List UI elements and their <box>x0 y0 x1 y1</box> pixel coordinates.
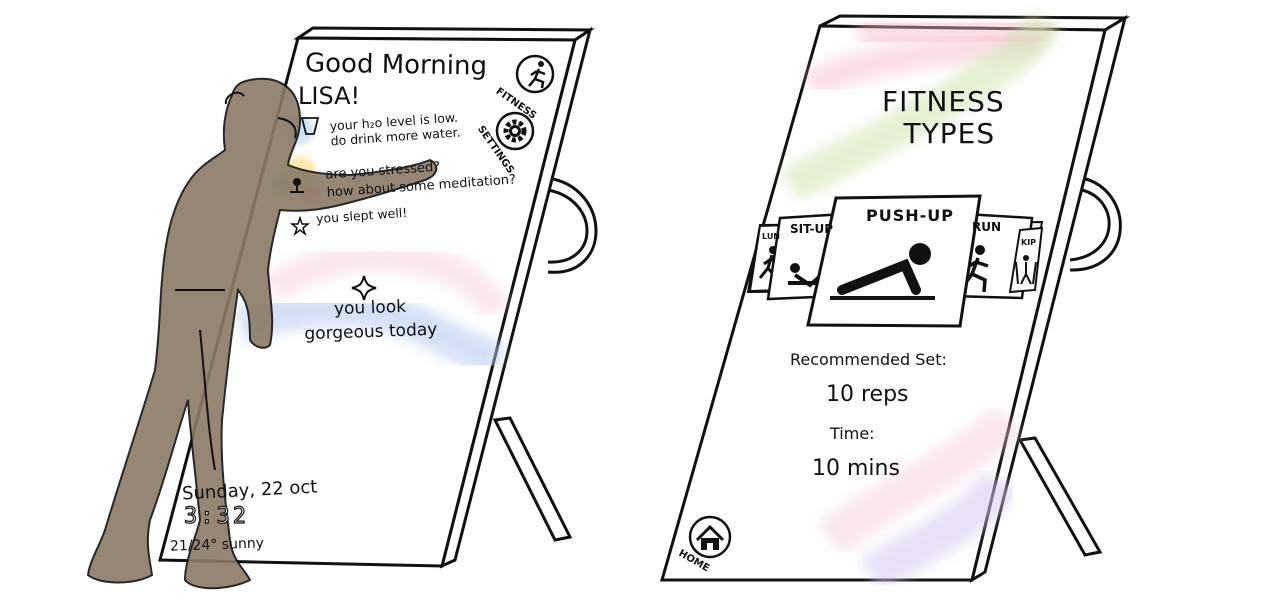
reps-value: 10 reps <box>826 382 909 407</box>
greeting-line1: Good Morning <box>304 48 488 82</box>
carousel-label-skip: KIP <box>1021 238 1037 247</box>
greeting: Good Morning <box>305 48 487 81</box>
carousel-label-lunge: LUN <box>762 232 781 241</box>
carousel-label-sit-up: SIT-UP <box>790 222 834 236</box>
carousel-label-push-up: PUSH-UP <box>866 206 954 225</box>
time-label: Time: <box>830 424 875 443</box>
recommended-set-label: Recommended Set: <box>790 350 947 369</box>
compliment: you look gorgeous today <box>304 296 438 345</box>
fitness-types-title: FITNESS TYPES <box>882 85 1005 150</box>
home-button[interactable] <box>688 515 732 559</box>
time-value: 10 mins <box>812 456 900 481</box>
clock-display: 3:32 <box>183 503 249 529</box>
fitness-button[interactable] <box>515 54 555 94</box>
carousel-label-run: RUN <box>972 220 1002 234</box>
greeting-name: LISA! <box>298 82 361 110</box>
weather-label: 21/24° sunny <box>169 535 265 555</box>
